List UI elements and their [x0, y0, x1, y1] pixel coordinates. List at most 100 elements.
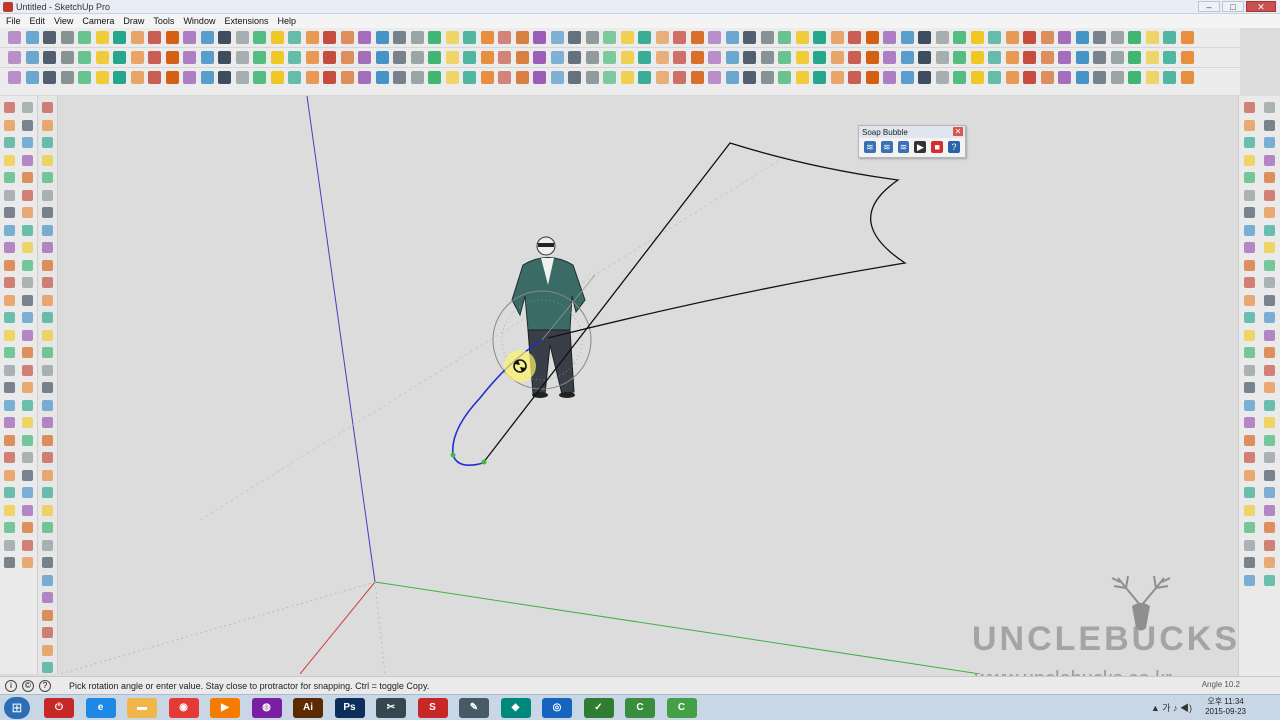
palette-tool-icon[interactable]	[1264, 452, 1275, 463]
toolbar-tool-icon[interactable]	[988, 51, 1001, 64]
palette-tool-icon[interactable]	[1264, 399, 1275, 411]
purple-app-icon[interactable]: ◍	[251, 698, 282, 718]
palette-tool-icon[interactable]	[42, 137, 53, 148]
toolbar-tool-icon[interactable]	[1180, 51, 1194, 64]
camtasia2-icon[interactable]: C	[666, 698, 697, 718]
toolbar-tool-icon[interactable]	[760, 31, 774, 44]
palette-tool-icon[interactable]	[22, 242, 33, 253]
toolbar-tool-icon[interactable]	[43, 51, 56, 64]
palette-tool-icon[interactable]	[22, 172, 33, 183]
menu-camera[interactable]: Camera	[79, 16, 120, 26]
toolbar-tool-icon[interactable]	[883, 51, 896, 64]
toolbar-tool-icon[interactable]	[463, 71, 476, 84]
palette-tool-icon[interactable]	[1244, 242, 1255, 253]
toolbar-tool-icon[interactable]	[253, 51, 266, 64]
toolbar-tool-icon[interactable]	[830, 71, 844, 84]
toolbar-tool-icon[interactable]	[603, 31, 616, 44]
palette-tool-icon[interactable]	[1264, 172, 1275, 183]
palette-tool-icon[interactable]	[42, 399, 53, 411]
toolbar-tool-icon[interactable]	[480, 71, 494, 84]
palette-tool-icon[interactable]	[1244, 294, 1255, 306]
toolbar-tool-icon[interactable]	[1005, 71, 1019, 84]
toolbar-tool-icon[interactable]	[288, 31, 301, 44]
stop-icon[interactable]: ■	[931, 141, 944, 153]
toolbar-tool-icon[interactable]	[935, 71, 949, 84]
palette-tool-icon[interactable]	[4, 417, 15, 428]
toolbar-tool-icon[interactable]	[95, 71, 109, 84]
toolbar-tool-icon[interactable]	[1180, 71, 1194, 84]
toolbar-tool-icon[interactable]	[1163, 51, 1176, 64]
menu-window[interactable]: Window	[180, 16, 221, 26]
toolbar-tool-icon[interactable]	[25, 31, 39, 44]
toolbar-tool-icon[interactable]	[1023, 31, 1036, 44]
palette-tool-icon[interactable]	[1264, 539, 1275, 551]
toolbar-tool-icon[interactable]	[848, 31, 861, 44]
menu-edit[interactable]: Edit	[27, 16, 52, 26]
toolbar-tool-icon[interactable]	[148, 51, 161, 64]
toolbar-tool-icon[interactable]	[235, 51, 249, 64]
toolbar-tool-icon[interactable]	[253, 71, 266, 84]
toolbar-tool-icon[interactable]	[480, 51, 494, 64]
toolbar-tool-icon[interactable]	[463, 51, 476, 64]
toolbar-tool-icon[interactable]	[533, 71, 546, 84]
palette-tool-icon[interactable]	[1264, 504, 1275, 516]
toolbar-tool-icon[interactable]	[848, 51, 861, 64]
palette-tool-icon[interactable]	[1244, 224, 1255, 236]
toolbar-tool-icon[interactable]	[1128, 71, 1141, 84]
toolbar-tool-icon[interactable]	[550, 51, 564, 64]
palette-tool-icon[interactable]	[22, 329, 33, 341]
palette-tool-icon[interactable]	[42, 522, 53, 533]
palette-tool-icon[interactable]	[4, 172, 15, 183]
palette-tool-icon[interactable]	[1264, 312, 1275, 323]
palette-tool-icon[interactable]	[1264, 364, 1275, 376]
palette-tool-icon[interactable]	[42, 189, 53, 201]
toolbar-tool-icon[interactable]	[183, 31, 196, 44]
tool-app-icon[interactable]: ✂	[376, 698, 406, 718]
palette-tool-icon[interactable]	[4, 102, 15, 113]
close-button[interactable]: ✕	[1246, 1, 1276, 12]
palette-tool-icon[interactable]	[1244, 539, 1255, 551]
toolbar-tool-icon[interactable]	[200, 71, 214, 84]
toolbar-tool-icon[interactable]	[865, 51, 879, 64]
toolbar-tool-icon[interactable]	[445, 51, 459, 64]
toolbar-tool-icon[interactable]	[305, 51, 319, 64]
toolbar-tool-icon[interactable]	[1023, 51, 1036, 64]
toolbar-tool-icon[interactable]	[830, 51, 844, 64]
toolbar-tool-icon[interactable]	[568, 71, 581, 84]
toolbar-tool-icon[interactable]	[498, 31, 511, 44]
toolbar-tool-icon[interactable]	[1145, 71, 1159, 84]
palette-tool-icon[interactable]	[4, 189, 15, 201]
menu-draw[interactable]: Draw	[120, 16, 150, 26]
toolbar-tool-icon[interactable]	[253, 31, 266, 44]
toolbar-tool-icon[interactable]	[638, 71, 651, 84]
toolbar-tool-icon[interactable]	[585, 51, 599, 64]
toolbar-tool-icon[interactable]	[200, 31, 214, 44]
toolbar-tool-icon[interactable]	[603, 71, 616, 84]
palette-tool-icon[interactable]	[1264, 382, 1275, 393]
toolbar-tool-icon[interactable]	[795, 31, 809, 44]
toolbar-tool-icon[interactable]	[585, 71, 599, 84]
toolbar-tool-icon[interactable]	[393, 71, 406, 84]
palette-tool-icon[interactable]	[4, 207, 15, 218]
palette-tool-icon[interactable]	[4, 137, 15, 148]
toolbar-tool-icon[interactable]	[603, 51, 616, 64]
palette-tool-icon[interactable]	[4, 487, 15, 498]
palette-tool-icon[interactable]	[1264, 242, 1275, 253]
soap-bubble-tool-2-icon[interactable]: ≋	[880, 141, 893, 153]
palette-tool-icon[interactable]	[1264, 522, 1275, 533]
toolbar-tool-icon[interactable]	[760, 51, 774, 64]
toolbar-tool-icon[interactable]	[638, 51, 651, 64]
palette-tool-icon[interactable]	[1264, 154, 1275, 166]
palette-tool-icon[interactable]	[1244, 574, 1255, 586]
palette-tool-icon[interactable]	[4, 154, 15, 166]
palette-tool-icon[interactable]	[42, 207, 53, 218]
palette-tool-icon[interactable]	[22, 399, 33, 411]
toolbar-tool-icon[interactable]	[375, 31, 389, 44]
toolbar-tool-icon[interactable]	[393, 51, 406, 64]
toolbar-tool-icon[interactable]	[1163, 71, 1176, 84]
palette-tool-icon[interactable]	[42, 574, 53, 586]
toolbar-tool-icon[interactable]	[1145, 31, 1159, 44]
toolbar-tool-icon[interactable]	[1040, 31, 1054, 44]
toolbar-tool-icon[interactable]	[183, 71, 196, 84]
menu-help[interactable]: Help	[274, 16, 302, 26]
